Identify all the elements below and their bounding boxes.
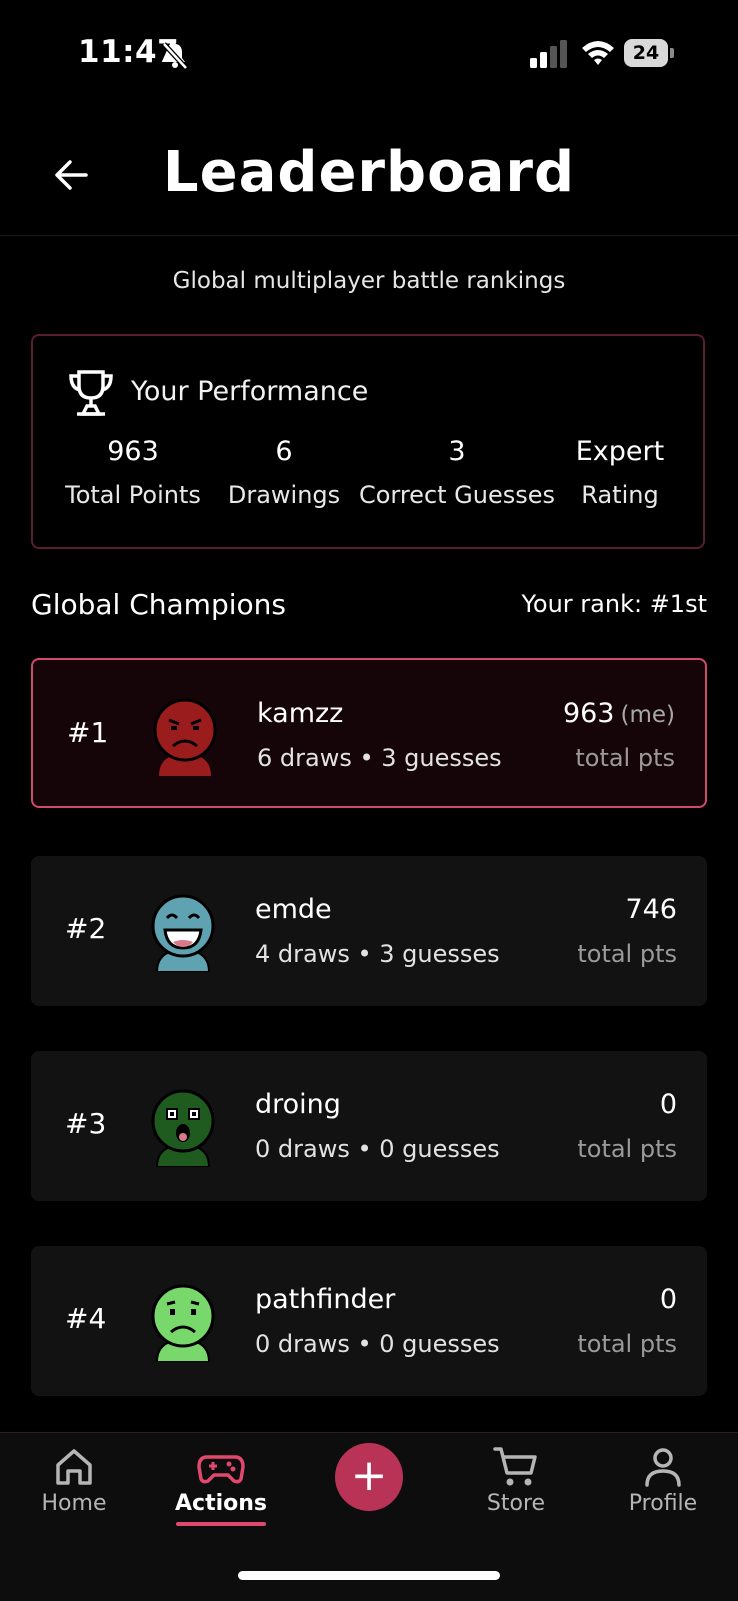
- tab-label: Home: [41, 1491, 107, 1516]
- player-name: droing: [255, 1089, 341, 1120]
- player-stats: 4 draws • 3 guesses: [255, 940, 500, 968]
- bell-muted-icon: [162, 42, 188, 70]
- battery-indicator: 24: [624, 39, 674, 67]
- page-subtitle: Global multiplayer battle rankings: [172, 268, 566, 294]
- tab-profile[interactable]: Profile: [603, 1439, 723, 1516]
- avatar-shocked-icon: [151, 1089, 215, 1167]
- cellular-signal-icon: [530, 40, 567, 68]
- row-rank: #1: [67, 716, 109, 749]
- tab-actions[interactable]: Actions: [161, 1439, 281, 1526]
- gamepad-icon: [197, 1455, 245, 1484]
- player-points: 963 (me): [563, 698, 675, 729]
- stat-label: Total Points: [65, 481, 201, 509]
- trophy-icon: [69, 370, 113, 416]
- stat-label: Rating: [581, 481, 659, 509]
- stat-value: Expert: [575, 436, 665, 467]
- player-points: 746: [625, 894, 677, 925]
- me-tag: (me): [620, 702, 675, 728]
- performance-title: Your Performance: [131, 376, 369, 407]
- player-stats: 0 draws • 0 guesses: [255, 1135, 500, 1163]
- stat-total-points: 963 Total Points: [55, 436, 211, 509]
- tab-label: Actions: [175, 1491, 267, 1516]
- row-rank: #2: [65, 912, 107, 945]
- tab-label: Store: [486, 1491, 546, 1516]
- row-rank: #4: [65, 1302, 107, 1335]
- battery-level: 24: [624, 39, 668, 67]
- leaderboard-row[interactable]: #2 emde 4 draws • 3 guesses 746 total pt…: [31, 856, 707, 1006]
- home-indicator: [238, 1571, 500, 1580]
- tab-home[interactable]: Home: [14, 1439, 134, 1516]
- home-icon: [56, 1449, 92, 1485]
- player-stats: 6 draws • 3 guesses: [257, 744, 502, 772]
- points-value: 963: [562, 698, 615, 729]
- performance-card: Your Performance 963 Total Points 6 Draw…: [31, 334, 705, 549]
- stat-label: Correct Guesses: [358, 481, 556, 509]
- row-rank: #3: [65, 1107, 107, 1140]
- player-name: pathfinder: [255, 1284, 396, 1315]
- leaderboard-row-self[interactable]: #1 kamzz 6 draws • 3 guesses 963 (me) tot…: [31, 658, 707, 808]
- cart-icon: [493, 1447, 537, 1486]
- your-rank-label: Your rank: #1st: [521, 590, 707, 618]
- leaderboard-row[interactable]: #3 droing 0 draws • 0 guesses 0 total pt…: [31, 1051, 707, 1201]
- avatar-sad-icon: [151, 1284, 215, 1362]
- stat-value: 6: [275, 436, 293, 467]
- person-icon: [645, 1448, 681, 1487]
- player-points: 0: [659, 1089, 677, 1120]
- points-label: total pts: [577, 1135, 677, 1163]
- stat-label: Drawings: [227, 481, 341, 509]
- tab-store[interactable]: Store: [456, 1439, 576, 1516]
- player-name: emde: [255, 894, 332, 925]
- header: Leaderboard: [0, 110, 738, 236]
- avatar-angry-icon: [153, 698, 217, 776]
- add-button[interactable]: +: [335, 1443, 403, 1511]
- stat-correct-guesses: 3 Correct Guesses: [357, 436, 557, 509]
- player-name: kamzz: [257, 698, 344, 729]
- points-label: total pts: [577, 1330, 677, 1358]
- plus-icon: +: [350, 1450, 388, 1501]
- points-label: total pts: [577, 940, 677, 968]
- status-bar: 11:47 24: [0, 0, 738, 110]
- tab-label: Profile: [628, 1491, 698, 1516]
- player-stats: 0 draws • 0 guesses: [255, 1330, 500, 1358]
- stat-value: 963: [107, 436, 159, 467]
- points-label: total pts: [575, 744, 675, 772]
- section-title: Global Champions: [31, 588, 286, 621]
- avatar-laughing-icon: [151, 894, 215, 972]
- active-tab-indicator: [176, 1522, 266, 1526]
- stat-rating: Expert Rating: [565, 436, 675, 509]
- leaderboard-row[interactable]: #4 pathfinder 0 draws • 0 guesses 0 tota…: [31, 1246, 707, 1396]
- player-points: 0: [659, 1284, 677, 1315]
- stat-drawings: 6 Drawings: [219, 436, 349, 509]
- wifi-icon: [582, 41, 614, 65]
- stat-value: 3: [448, 436, 466, 467]
- page-title: Leaderboard: [162, 140, 576, 205]
